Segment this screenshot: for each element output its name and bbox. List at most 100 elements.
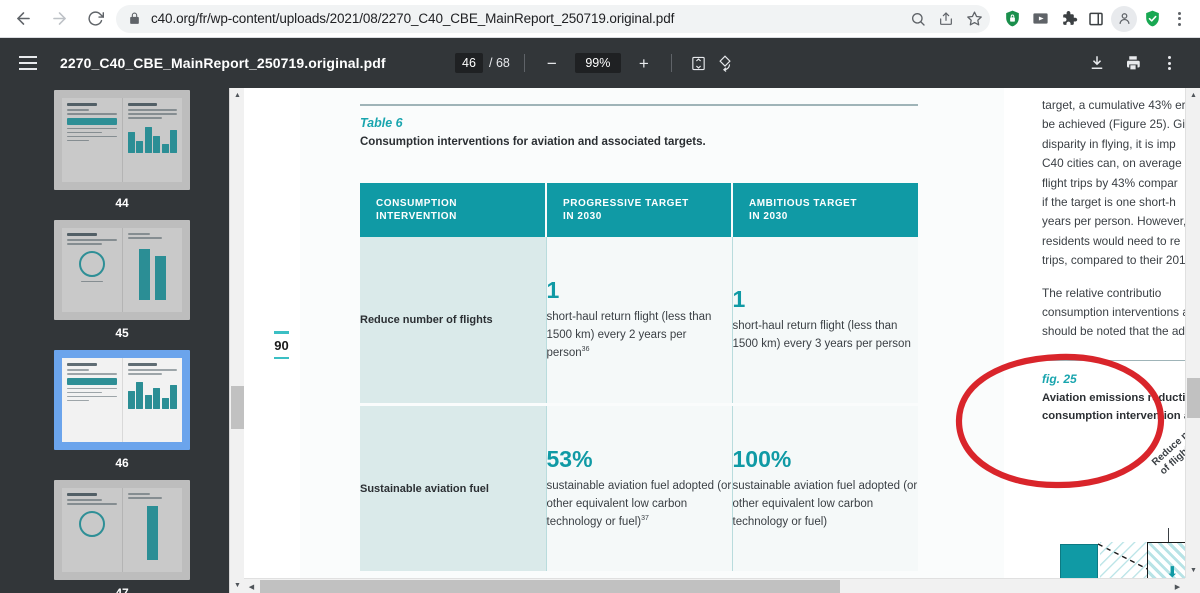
- thumbnail-label: 45: [115, 326, 129, 340]
- profile-avatar-icon[interactable]: [1110, 4, 1138, 34]
- folio-value: 90: [274, 337, 289, 353]
- body-paragraph-2: The relative contributio consumption int…: [1042, 284, 1200, 342]
- forward-arrow-icon[interactable]: [44, 4, 74, 34]
- thumbnail-label: 47: [115, 586, 129, 593]
- url-text[interactable]: c40.org/fr/wp-content/uploads/2021/08/22…: [151, 11, 904, 26]
- extensions-puzzle-icon[interactable]: [1054, 4, 1082, 34]
- lock-icon: [128, 12, 142, 26]
- adblock-shield-icon[interactable]: [1138, 4, 1166, 34]
- thumbnail-sidebar[interactable]: 44 45 46 47 ▲ ▼: [0, 88, 244, 593]
- pdf-viewer-body: 44 45 46 47 ▲ ▼ 90 Table 6 Consumption i…: [0, 88, 1200, 593]
- fit-to-page-icon[interactable]: [686, 50, 712, 76]
- pdf-document-title: 2270_C40_CBE_MainReport_250719.original.…: [60, 55, 386, 71]
- document-scroll-region[interactable]: 90 Table 6 Consumption interventions for…: [244, 88, 1200, 593]
- address-bar[interactable]: c40.org/fr/wp-content/uploads/2021/08/22…: [116, 4, 990, 33]
- cell-ambitious-reduce-flights: 1 short-haul return flight (less than 15…: [731, 236, 918, 406]
- text-line: residents would need to re: [1042, 233, 1181, 248]
- back-arrow-icon[interactable]: [8, 4, 38, 34]
- text-line: years per person. However,: [1042, 214, 1187, 229]
- table-row: Reduce number of flights 1 short-haul re…: [360, 236, 918, 406]
- cell-value: 1: [732, 286, 746, 313]
- header-line-2: IN 2030: [749, 210, 788, 222]
- document-hscrollbar-thumb[interactable]: [260, 580, 840, 593]
- thumbnail-label: 46: [115, 456, 129, 470]
- pdf-toolbar-center-controls: 46 / 68 − 99% +: [455, 38, 738, 88]
- header-line-2: IN 2030: [563, 210, 602, 222]
- thumbnail-page-46[interactable]: 46: [0, 350, 244, 470]
- scroll-left-arrow-icon[interactable]: ◀: [244, 579, 259, 593]
- download-icon[interactable]: [1084, 50, 1110, 76]
- figure-baseline-bar: [1060, 544, 1098, 578]
- cell-description: sustainable aviation fuel adopted (or ot…: [547, 480, 732, 528]
- cell-description: sustainable aviation fuel adopted (or ot…: [732, 480, 918, 528]
- cell-description: short-haul return flight (less than 1500…: [547, 311, 712, 359]
- scroll-up-arrow-icon[interactable]: ▲: [230, 88, 244, 103]
- header-line-1: AMBITIOUS TARGET: [749, 197, 858, 209]
- thumbnail-frame: [54, 90, 190, 190]
- rotate-icon[interactable]: [712, 50, 738, 76]
- text-line: if the target is one short-h: [1042, 195, 1176, 210]
- footnote-marker: 36: [581, 346, 590, 354]
- pdf-page-content: 90 Table 6 Consumption interventions for…: [264, 88, 1200, 578]
- bookmark-star-icon[interactable]: [960, 5, 988, 33]
- table-header-progressive-target: PROGRESSIVE TARGET IN 2030: [546, 182, 733, 237]
- thumbnail-page-44[interactable]: 44: [0, 90, 244, 210]
- more-options-icon[interactable]: [1156, 48, 1182, 78]
- extension-icon-group: [998, 4, 1200, 34]
- page-total-label: / 68: [489, 56, 510, 70]
- scroll-up-arrow-icon[interactable]: ▲: [1186, 88, 1200, 103]
- text-line: be achieved (Figure 25). Give: [1042, 117, 1198, 132]
- table-6: CONSUMPTION INTERVENTION PROGRESSIVE TAR…: [360, 182, 918, 574]
- print-icon[interactable]: [1120, 50, 1146, 76]
- video-downloader-icon[interactable]: [1026, 4, 1054, 34]
- figure-25-caption: fig. 25 Aviation emissions reductions co…: [1042, 372, 1200, 424]
- table-caption-text: Consumption interventions for aviation a…: [360, 135, 706, 148]
- page-folio-number: 90: [274, 331, 289, 359]
- thumbnail-scrollbar[interactable]: ▲ ▼: [229, 88, 244, 593]
- table-top-rule: [360, 104, 918, 106]
- document-vscrollbar-thumb[interactable]: [1187, 378, 1200, 418]
- page-number-input[interactable]: 46: [455, 53, 483, 73]
- thumbnail-scrollbar-thumb[interactable]: [231, 386, 244, 429]
- hamburger-menu-icon[interactable]: [8, 43, 48, 83]
- down-arrow-icon: ⬇: [1166, 564, 1179, 578]
- table-caption-number: Table 6: [360, 115, 403, 130]
- text-line: trips, compared to their 201: [1042, 253, 1186, 268]
- toolbar-divider-2: [670, 54, 672, 72]
- thumbnail-page-47[interactable]: 47: [0, 480, 244, 593]
- figure-bar-tick: [1168, 528, 1169, 543]
- avatar: [1111, 5, 1137, 32]
- table-header-ambitious-target: AMBITIOUS TARGET IN 2030: [732, 182, 918, 237]
- cell-value: 100%: [732, 446, 792, 472]
- zoom-out-button[interactable]: −: [539, 50, 565, 76]
- text-line: C40 cities can, on average: [1042, 156, 1182, 171]
- figure-25-chart: Reduce number of flights: [1042, 410, 1200, 578]
- thumbnail-frame: [54, 220, 190, 320]
- thumbnail-page-45[interactable]: 45: [0, 220, 244, 340]
- document-vertical-scrollbar[interactable]: ▲ ▼: [1185, 88, 1200, 578]
- scroll-down-arrow-icon[interactable]: ▼: [1186, 563, 1200, 578]
- share-icon[interactable]: [932, 5, 960, 33]
- zoom-level-display[interactable]: 99%: [574, 53, 621, 73]
- search-icon[interactable]: [904, 5, 932, 33]
- folio-rule-top: [274, 331, 289, 334]
- cell-ambitious-sustainable-fuel: 100% sustainable aviation fuel adopted (…: [731, 404, 918, 574]
- figure-top-rule: [1042, 359, 1200, 362]
- document-horizontal-scrollbar[interactable]: ◀ ▶: [244, 578, 1200, 593]
- text-line: consumption interventions a: [1042, 305, 1189, 320]
- page-left-column: 90 Table 6 Consumption interventions for…: [264, 88, 1004, 578]
- zoom-in-button[interactable]: +: [631, 50, 657, 76]
- three-dot-menu-icon[interactable]: [1166, 4, 1192, 34]
- reading-list-icon[interactable]: [1082, 4, 1110, 34]
- scroll-right-arrow-icon[interactable]: ▶: [1170, 579, 1185, 593]
- thumbnail-label: 44: [115, 196, 129, 210]
- table-header-consumption-intervention: CONSUMPTION INTERVENTION: [360, 182, 547, 237]
- browser-toolbar: c40.org/fr/wp-content/uploads/2021/08/22…: [0, 0, 1200, 38]
- page-right-column: target, a cumulative 43% er be achieved …: [1004, 88, 1200, 578]
- header-line-2: INTERVENTION: [376, 210, 457, 222]
- figure-caption-number: fig. 25: [1042, 372, 1077, 387]
- scroll-down-arrow-icon[interactable]: ▼: [230, 578, 244, 593]
- reload-icon[interactable]: [80, 4, 110, 34]
- password-manager-icon[interactable]: [998, 4, 1026, 34]
